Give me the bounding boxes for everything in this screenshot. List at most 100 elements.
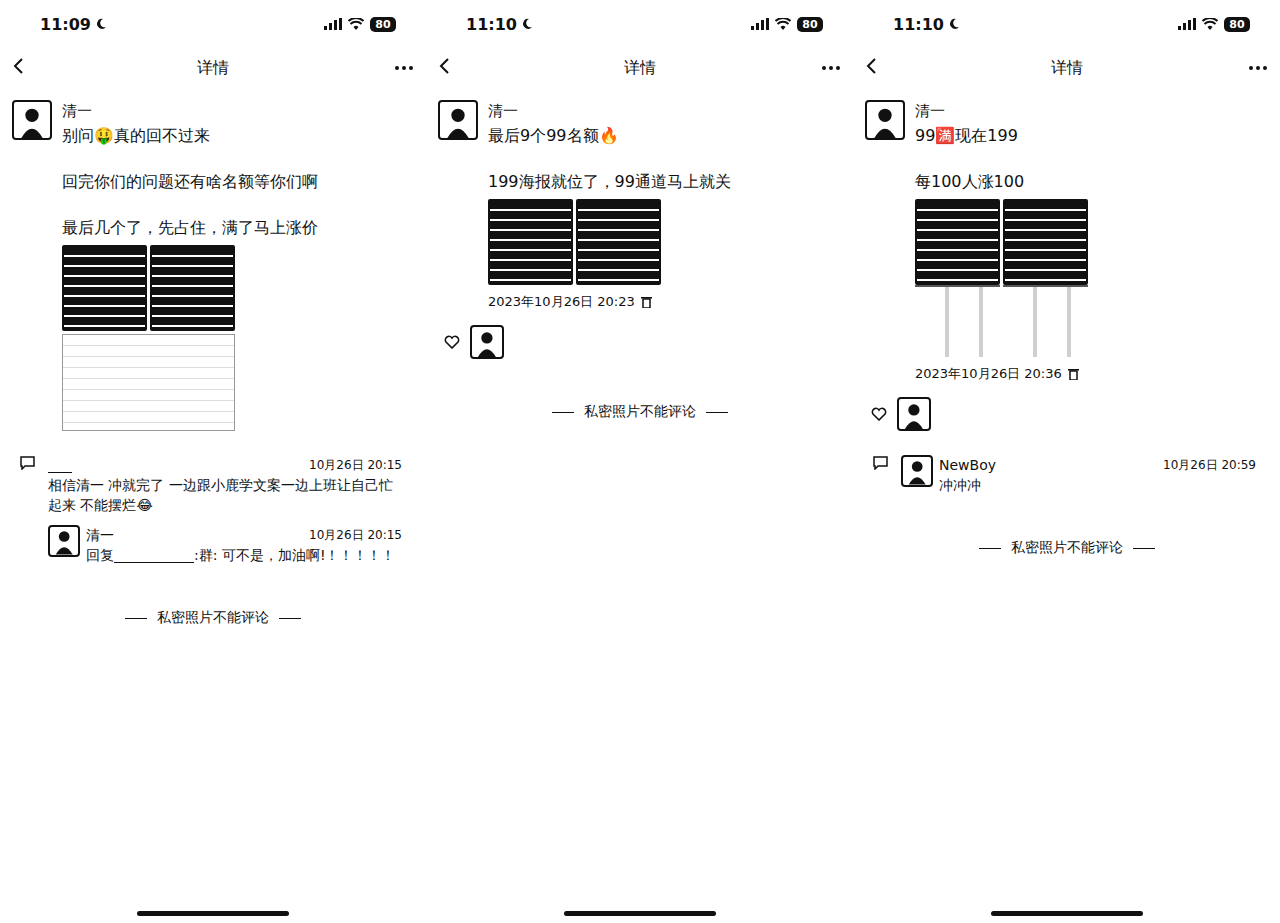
liker-avatar[interactable] (470, 325, 504, 359)
author-name[interactable]: 清一 (915, 100, 1268, 122)
post-text: 最后9个99名额🔥 (488, 124, 841, 147)
comment-text: 冲冲冲 (939, 475, 1256, 495)
comment-head: 10月26日 20:15 (48, 455, 402, 475)
trash-icon[interactable] (641, 296, 652, 308)
comment-content: NewBoy10月26日 20:59冲冲冲 (939, 455, 1256, 495)
divider-line (1133, 548, 1155, 549)
back-icon[interactable] (12, 57, 24, 75)
poster (915, 199, 1000, 285)
moon-icon (948, 18, 960, 30)
status-bar: 11:0980 (0, 0, 426, 48)
divider-line (125, 618, 147, 619)
nav-title: 详情 (925, 58, 1208, 79)
post-text: 最后几个了，先占住，满了马上涨价 (62, 216, 414, 239)
author-avatar[interactable] (865, 100, 905, 140)
screenshot-page: 11:0980详情清一别问🤑真的回不过来回完你们的问题还有啥名额等你们啊最后几个… (0, 0, 1280, 923)
post-image[interactable] (62, 245, 147, 331)
status-bar: 11:10 80 (426, 0, 853, 48)
home-indicator[interactable] (564, 911, 716, 916)
back-button[interactable] (438, 57, 498, 79)
comment-row: 10月26日 20:15相信清一 冲就完了 一边跟小鹿学文案一边上班让自己忙起来… (20, 455, 402, 515)
back-button[interactable] (12, 57, 72, 79)
more-button[interactable] (781, 65, 841, 71)
divider-line (279, 618, 301, 619)
comment-author[interactable]: NewBoy (939, 455, 996, 475)
signal-icon (324, 18, 342, 30)
person-icon (906, 459, 928, 485)
post-image[interactable] (488, 199, 573, 285)
poster (1003, 199, 1088, 285)
private-notice: 私密照片不能评论 (426, 403, 853, 421)
more-button[interactable] (354, 65, 414, 71)
author-name[interactable]: 清一 (488, 100, 841, 122)
likes-row (853, 383, 1280, 431)
post-text: 回完你们的问题还有啥名额等你们啊 (62, 170, 414, 193)
more-icon[interactable] (394, 65, 414, 71)
signal-icon (1178, 18, 1196, 30)
private-notice: 私密照片不能评论 (853, 539, 1280, 557)
status-time: 11:10 (893, 15, 960, 34)
comment-avatar[interactable] (901, 455, 933, 487)
redacted-name (48, 460, 72, 473)
nav-bar: 详情 (853, 48, 1280, 88)
battery-indicator: 80 (797, 17, 823, 32)
post-image[interactable] (576, 199, 661, 285)
post-screenshot[interactable] (62, 334, 235, 431)
author-avatar[interactable] (438, 100, 478, 140)
status-time: 11:09 (40, 15, 107, 34)
liker-avatar[interactable] (897, 397, 931, 431)
post-image[interactable] (1003, 199, 1088, 357)
image-grid (488, 199, 841, 285)
comment-icon-cell (873, 455, 901, 474)
home-indicator[interactable] (137, 911, 289, 916)
battery-indicator: 80 (1224, 17, 1250, 32)
post-image[interactable] (150, 245, 235, 331)
nav-title: 详情 (72, 58, 354, 79)
comment-avatar-cell (48, 525, 86, 557)
trash-icon[interactable] (1068, 368, 1079, 380)
person-icon (18, 106, 46, 138)
moon-icon (521, 18, 533, 30)
back-icon[interactable] (865, 57, 877, 75)
back-button[interactable] (865, 57, 925, 79)
phone-screen: 11:1080详情清一99🈵现在199每100人涨1002023年10月26日 … (853, 0, 1280, 923)
poster-caption-strip (915, 285, 1000, 357)
comment-author[interactable] (48, 455, 72, 475)
author-name[interactable]: 清一 (62, 100, 414, 122)
person-icon (53, 529, 75, 555)
home-indicator[interactable] (991, 911, 1143, 916)
private-notice: 私密照片不能评论 (0, 609, 426, 627)
comment-icon (873, 456, 888, 470)
signal-icon (751, 18, 769, 30)
author-avatar[interactable] (12, 100, 52, 140)
moon-icon (95, 18, 107, 30)
heart-icon[interactable] (444, 335, 460, 349)
divider-line (552, 412, 574, 413)
person-icon (475, 330, 499, 357)
post-image[interactable] (915, 199, 1000, 357)
back-icon[interactable] (438, 57, 450, 75)
phone-screen: 11:1080详情清一最后9个99名额🔥199海报就位了，99通道马上就关202… (426, 0, 853, 923)
post-timestamp: 2023年10月26日 20:23 (488, 293, 841, 311)
post: 清一99🈵现在199每100人涨1002023年10月26日 20:36 (853, 88, 1280, 383)
comment-head: 清一10月26日 20:15 (86, 525, 402, 545)
comment-icon-cell (20, 455, 48, 474)
more-button[interactable] (1208, 65, 1268, 71)
comment-head: NewBoy10月26日 20:59 (939, 455, 1256, 475)
person-icon (444, 106, 472, 138)
divider-line (979, 548, 1001, 549)
comments: NewBoy10月26日 20:59冲冲冲 (853, 431, 1280, 495)
comment-avatar[interactable] (48, 525, 80, 557)
post-body: 清一99🈵现在199每100人涨1002023年10月26日 20:36 (915, 100, 1268, 383)
comment-row: NewBoy10月26日 20:59冲冲冲 (873, 455, 1256, 495)
more-icon[interactable] (821, 65, 841, 71)
post-text: 每100人涨100 (915, 170, 1268, 193)
comment-author[interactable]: 清一 (86, 525, 114, 545)
more-icon[interactable] (1248, 65, 1268, 71)
comment-time: 10月26日 20:15 (309, 455, 402, 475)
heart-icon[interactable] (871, 407, 887, 421)
status-time: 11:10 (466, 15, 533, 34)
comment-content: 清一10月26日 20:15回复:群: 可不是，加油啊!！！！！！ (86, 525, 402, 565)
comment-row: 清一10月26日 20:15回复:群: 可不是，加油啊!！！！！！ (20, 525, 402, 565)
post-timestamp: 2023年10月26日 20:36 (915, 365, 1268, 383)
